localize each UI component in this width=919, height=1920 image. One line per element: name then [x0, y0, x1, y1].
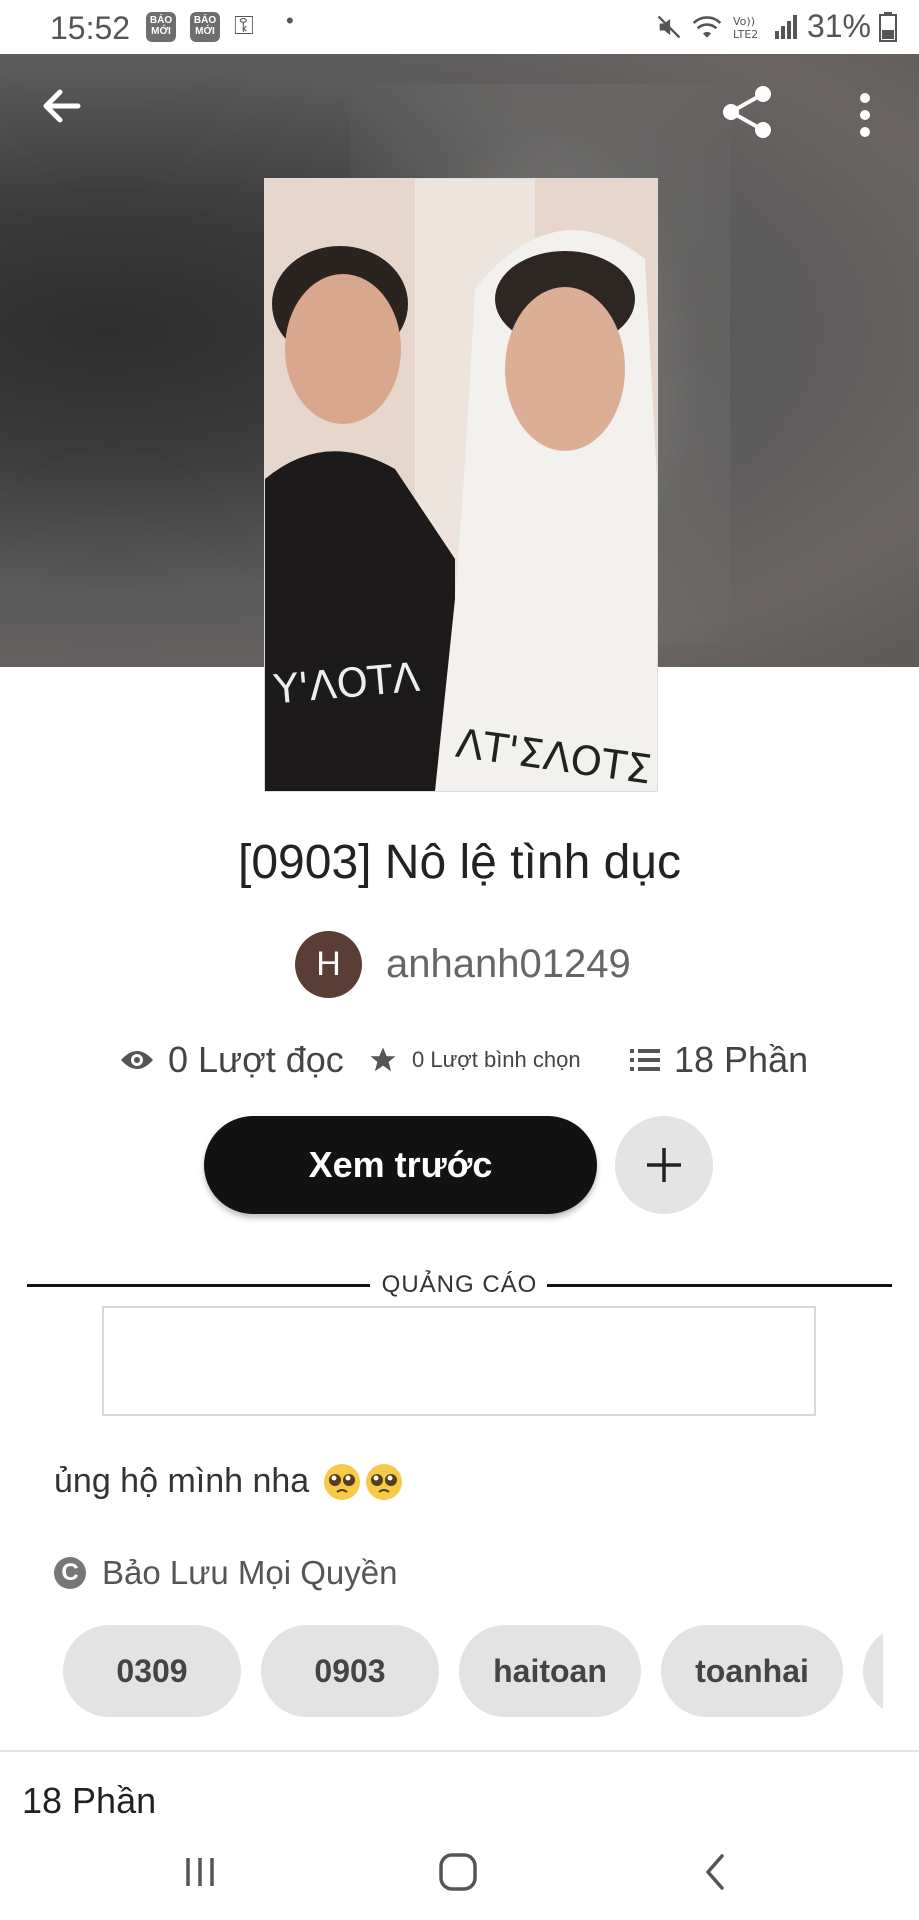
parts-section-heading: 18 Phần: [22, 1780, 157, 1821]
votes-stat: 0 Lượt bình chọn: [368, 1045, 581, 1075]
plus-icon: [647, 1148, 681, 1182]
back-button[interactable]: [38, 82, 86, 130]
story-stats: 0 Lượt đọc 0 Lượt bình chọn 18 Phần: [0, 1035, 919, 1085]
reads-count: 0 Lượt đọc: [168, 1039, 344, 1080]
tag-chip[interactable]: [863, 1625, 883, 1717]
share-button[interactable]: [718, 82, 778, 142]
tag-chip[interactable]: toanhai: [661, 1625, 843, 1717]
home-button[interactable]: [428, 1842, 488, 1902]
copyright-icon: C: [54, 1557, 86, 1589]
bao-moi-notification-icon: BÁO MỚI: [146, 12, 176, 42]
recent-apps-button[interactable]: [170, 1842, 230, 1902]
story-description: ủng hộ mình nha: [54, 1462, 403, 1501]
battery-icon: [879, 11, 897, 42]
parts-count: 18 Phần: [674, 1039, 809, 1080]
ad-slot[interactable]: [102, 1306, 816, 1416]
add-to-library-button[interactable]: [615, 1116, 713, 1214]
signal-icon: [774, 14, 797, 39]
svg-text:Vo)): Vo)): [733, 15, 755, 28]
copyright-text: Bảo Lưu Mọi Quyền: [102, 1554, 398, 1591]
copyright-row: C Bảo Lưu Mọi Quyền: [54, 1554, 397, 1592]
votes-count: 0 Lượt bình chọn: [412, 1047, 581, 1072]
home-icon: [439, 1853, 477, 1891]
recent-apps-icon: [186, 1858, 214, 1886]
mute-icon: [657, 15, 681, 38]
back-icon: [706, 1854, 724, 1890]
story-cover-image[interactable]: Y'ΛOTΛ ΛT'ΣΛOTΣ: [264, 178, 658, 792]
volte-icon: Vo))LTE2: [733, 15, 758, 41]
arrow-left-icon: [43, 89, 81, 123]
author-avatar[interactable]: H: [295, 930, 362, 998]
wifi-icon: [692, 15, 722, 38]
bao-moi-notification-icon-2: BÁO MỚI: [190, 12, 220, 42]
pleading-face-emoji-icon: [324, 1463, 361, 1500]
author-name[interactable]: anhanh01249: [386, 942, 631, 987]
eye-icon: [121, 1051, 153, 1069]
author-link[interactable]: H anhanh01249: [295, 930, 631, 998]
system-navigation-bar: [0, 1820, 919, 1920]
status-bar: 15:52 BÁO MỚI BÁO MỚI ⚿ • Vo)) LTE2 31%: [0, 0, 919, 54]
ad-divider-line-right: [547, 1284, 892, 1287]
status-time: 15:52: [50, 10, 131, 46]
section-divider: [0, 1750, 919, 1752]
ad-divider: QUẢNG CÁO: [27, 1270, 892, 1300]
svg-text:LTE2: LTE2: [733, 28, 758, 41]
more-options-button[interactable]: [848, 90, 882, 140]
system-back-button[interactable]: [686, 1842, 746, 1902]
tag-list: 0309 0903 haitoan toanhai: [63, 1625, 883, 1719]
reads-stat: 0 Lượt đọc: [120, 1039, 344, 1081]
description-text: ủng hộ mình nha: [54, 1462, 310, 1500]
read-preview-button[interactable]: Xem trước: [204, 1116, 597, 1214]
key-icon: ⚿: [234, 10, 254, 40]
list-icon: [630, 1049, 660, 1071]
pleading-face-emoji-icon-2: [366, 1463, 403, 1500]
tag-chip[interactable]: haitoan: [459, 1625, 641, 1717]
status-right: Vo)) LTE2 31%: [655, 8, 897, 45]
battery-percent: 31%: [806, 8, 871, 44]
parts-stat: 18 Phần: [630, 1039, 808, 1081]
star-icon: [370, 1047, 396, 1072]
notification-dot-icon: •: [286, 8, 294, 33]
tag-chip[interactable]: 0903: [261, 1625, 439, 1717]
cover-photo: Y'ΛOTΛ ΛT'ΣΛOTΣ: [265, 179, 657, 791]
share-icon: [723, 86, 771, 138]
story-title: [0903] Nô lệ tình dục: [238, 836, 681, 889]
tag-chip[interactable]: 0309: [63, 1625, 241, 1717]
more-vertical-icon: [860, 93, 870, 137]
